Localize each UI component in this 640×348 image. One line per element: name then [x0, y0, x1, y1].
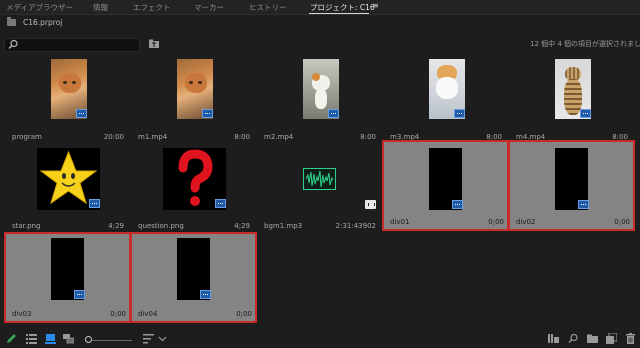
automate-to-sequence-icon[interactable]: [548, 333, 559, 344]
item-duration: 0;00: [236, 310, 252, 318]
tab-effects[interactable]: エフェクト: [133, 2, 171, 13]
active-tab-indicator: [309, 13, 369, 14]
item-name: m2.mp4: [264, 133, 294, 141]
audio-badge-icon: [365, 200, 376, 209]
item-duration: 0;00: [614, 218, 630, 226]
item-duration: 4;29: [108, 222, 124, 230]
new-bin-icon[interactable]: [587, 333, 598, 344]
tab-history[interactable]: ヒストリー: [249, 2, 287, 13]
sequence-badge-icon: [74, 290, 85, 299]
item-name: m3.mp4: [390, 133, 420, 141]
search-icon[interactable]: [8, 39, 19, 50]
list-view-icon[interactable]: [26, 333, 37, 344]
project-path-bar: C16.prproj: [0, 15, 640, 33]
item-duration: 8:00: [612, 133, 628, 141]
panel-menu-icon[interactable]: ≡: [372, 1, 379, 10]
item-name: bgm1.mp3: [264, 222, 303, 230]
project-item-m2[interactable]: m2.mp4 8:00: [257, 56, 380, 145]
project-item-div04[interactable]: div04 0;00: [130, 232, 257, 323]
project-item-m3[interactable]: m3.mp4 8:00: [383, 56, 506, 145]
project-item-bgm1[interactable]: bgm1.mp3 2:31:43902: [257, 145, 380, 234]
project-item-div01[interactable]: div01 0;00: [382, 140, 509, 231]
project-item-star[interactable]: star.png 4;29: [5, 145, 128, 234]
video-badge-icon: [454, 109, 465, 118]
zoom-slider-handle[interactable]: [85, 336, 92, 343]
icon-view-icon[interactable]: [45, 333, 56, 344]
thumbnail-audio-waveform: [303, 168, 336, 190]
project-item-program[interactable]: program 20:00: [5, 56, 128, 145]
item-name: div03: [12, 310, 32, 318]
chevron-down-icon[interactable]: [157, 333, 168, 344]
video-badge-icon: [328, 109, 339, 118]
item-name: program: [12, 133, 42, 141]
project-item-question[interactable]: question.png 4;29: [131, 145, 254, 234]
video-badge-icon: [76, 109, 87, 118]
item-name: div01: [390, 218, 410, 226]
image-badge-icon: [215, 199, 226, 208]
item-name: div02: [516, 218, 536, 226]
item-duration: 8:00: [486, 133, 502, 141]
item-name: question.png: [138, 222, 184, 230]
item-duration: 2:31:43902: [335, 222, 376, 230]
zoom-slider-track[interactable]: [92, 340, 132, 341]
new-bin-from-search-icon[interactable]: [148, 39, 160, 49]
item-name: m1.mp4: [138, 133, 168, 141]
item-name: star.png: [12, 222, 41, 230]
sequence-badge-icon: [578, 200, 589, 209]
tab-markers[interactable]: マーカー: [194, 2, 224, 13]
sort-icon[interactable]: [143, 333, 154, 344]
item-duration: 0;00: [488, 218, 504, 226]
search-row: 12 個中 4 個の項目が選択されまし: [0, 35, 640, 52]
item-name: div04: [138, 310, 158, 318]
freeform-view-icon[interactable]: [63, 333, 74, 344]
sequence-badge-icon: [452, 200, 463, 209]
tab-info[interactable]: 情報: [93, 2, 108, 13]
folder-icon: [7, 17, 16, 26]
item-duration: 4;29: [234, 222, 250, 230]
image-badge-icon: [89, 199, 100, 208]
project-item-div03[interactable]: div03 0;00: [4, 232, 131, 323]
project-name: C16.prproj: [23, 18, 63, 27]
item-duration: 8:00: [360, 133, 376, 141]
item-duration: 8:00: [234, 133, 250, 141]
project-item-div02[interactable]: div02 0;00: [508, 140, 635, 231]
selection-status: 12 個中 4 個の項目が選択されまし: [530, 40, 640, 48]
project-bottom-toolbar: [0, 330, 640, 348]
panel-tabs: メディアブラウザー 情報 エフェクト マーカー ヒストリー プロジェクト: C1…: [0, 0, 640, 15]
item-name: m4.mp4: [516, 133, 546, 141]
trash-icon[interactable]: [625, 333, 636, 344]
project-item-m4[interactable]: m4.mp4 8:00: [509, 56, 632, 145]
search-input[interactable]: [4, 38, 140, 52]
item-duration: 20:00: [103, 133, 124, 141]
pencil-icon[interactable]: [6, 333, 17, 344]
tab-media-browser[interactable]: メディアブラウザー: [6, 2, 73, 13]
find-icon[interactable]: [568, 333, 579, 344]
new-item-icon[interactable]: [606, 333, 617, 344]
video-badge-icon: [580, 109, 591, 118]
project-item-m1[interactable]: m1.mp4 8:00: [131, 56, 254, 145]
project-items-grid: program 20:00 m1.mp4 8:00 m2.mp4 8:00 m3…: [0, 56, 640, 324]
sequence-badge-icon: [200, 290, 211, 299]
item-duration: 0;00: [110, 310, 126, 318]
video-badge-icon: [202, 109, 213, 118]
tab-project[interactable]: プロジェクト: C16: [310, 2, 375, 13]
